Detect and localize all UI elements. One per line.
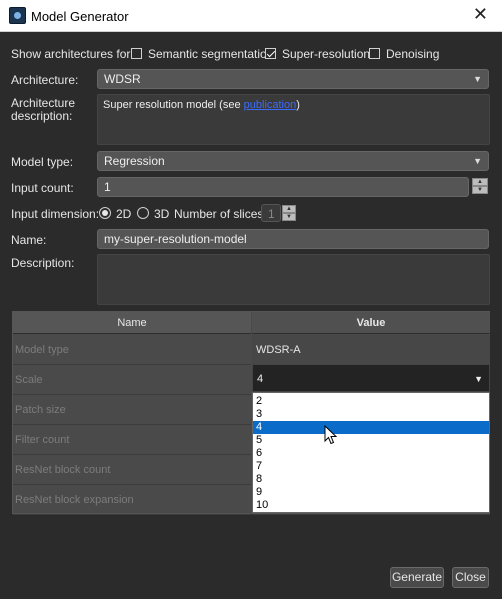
super-resolution-checkbox[interactable] <box>265 48 276 59</box>
table-row-name: Patch size <box>13 395 251 425</box>
scale-option[interactable]: 2 <box>253 395 489 408</box>
scale-option-selected[interactable]: 4 <box>253 421 489 434</box>
slices-stepper[interactable]: ▲ ▼ <box>282 205 296 221</box>
name-label: Name: <box>11 233 47 247</box>
input-count-value: 1 <box>104 180 111 194</box>
radio-2d-label[interactable]: 2D <box>116 207 131 221</box>
table-row-name: Scale <box>13 365 251 395</box>
chevron-down-icon: ▼ <box>473 156 482 166</box>
title-bar: Model Generator ✕ <box>0 0 502 32</box>
super-resolution-label[interactable]: Super-resolution <box>282 47 370 61</box>
input-count-stepper[interactable]: ▲ ▼ <box>472 178 488 194</box>
publication-link[interactable]: publication <box>244 99 297 111</box>
input-count-field[interactable]: 1 <box>97 177 469 197</box>
scale-option[interactable]: 9 <box>253 486 489 499</box>
name-field[interactable]: my-super-resolution-model <box>97 229 489 249</box>
scale-dropdown-list: 2 3 4 5 6 7 8 9 10 <box>252 392 490 513</box>
model-type-select[interactable]: Regression ▼ <box>97 151 489 171</box>
architecture-select[interactable]: WDSR ▼ <box>97 69 489 89</box>
chevron-down-icon: ▼ <box>474 374 483 384</box>
slices-field[interactable]: 1 <box>261 204 281 222</box>
arch-description-box: Super resolution model (see publication) <box>97 94 490 145</box>
radio-2d[interactable] <box>99 207 111 219</box>
arch-description-label-2: description: <box>11 109 73 123</box>
architecture-value: WDSR <box>104 72 141 86</box>
model-type-label: Model type: <box>11 155 74 169</box>
mouse-cursor-icon <box>324 425 337 445</box>
scale-option[interactable]: 5 <box>253 434 489 447</box>
architecture-label: Architecture: <box>11 73 79 87</box>
table-row-value[interactable]: WDSR-A <box>252 335 490 365</box>
semantic-segmentation-label[interactable]: Semantic segmentation <box>148 47 273 61</box>
generate-button[interactable]: Generate <box>390 567 444 588</box>
arch-description-suffix: ) <box>296 99 300 111</box>
decrement-icon[interactable]: ▼ <box>472 186 488 194</box>
denoising-label[interactable]: Denoising <box>386 47 439 61</box>
scale-option[interactable]: 6 <box>253 447 489 460</box>
close-button[interactable]: Close <box>452 567 489 588</box>
header-value[interactable]: Value <box>252 312 490 334</box>
table-row-name: ResNet block expansion <box>13 485 251 515</box>
input-dimension-label: Input dimension: <box>11 207 100 221</box>
chevron-down-icon: ▼ <box>473 74 482 84</box>
increment-icon[interactable]: ▲ <box>282 205 296 213</box>
name-value: my-super-resolution-model <box>104 232 247 246</box>
table-row-name: Filter count <box>13 425 251 455</box>
scale-option[interactable]: 7 <box>253 460 489 473</box>
decrement-icon[interactable]: ▼ <box>282 213 296 221</box>
scale-value: 4 <box>257 373 264 385</box>
header-name[interactable]: Name <box>13 312 251 334</box>
scale-option[interactable]: 8 <box>253 473 489 486</box>
model-type-value: Regression <box>104 154 165 168</box>
arch-description-text: Super resolution model (see <box>103 99 244 111</box>
table-row-name: ResNet block count <box>13 455 251 485</box>
scale-select[interactable]: 4 ▼ <box>252 364 490 392</box>
input-count-label: Input count: <box>11 181 74 195</box>
close-icon[interactable]: ✕ <box>473 4 488 25</box>
description-field[interactable] <box>97 254 490 305</box>
increment-icon[interactable]: ▲ <box>472 178 488 186</box>
table-row-name: Model type <box>13 335 251 365</box>
scale-option[interactable]: 3 <box>253 408 489 421</box>
filter-label: Show architectures for: <box>11 47 134 61</box>
semantic-segmentation-checkbox[interactable] <box>131 48 142 59</box>
app-icon <box>9 7 26 24</box>
denoising-checkbox[interactable] <box>369 48 380 59</box>
slices-value: 1 <box>268 207 275 221</box>
arch-description-label-1: Architecture <box>11 96 76 110</box>
radio-3d-label[interactable]: 3D <box>154 207 169 221</box>
scale-option[interactable]: 10 <box>253 499 489 512</box>
description-label: Description: <box>11 256 75 270</box>
window-title: Model Generator <box>31 9 129 24</box>
radio-3d[interactable] <box>137 207 149 219</box>
slices-label: Number of slices: <box>174 207 267 221</box>
